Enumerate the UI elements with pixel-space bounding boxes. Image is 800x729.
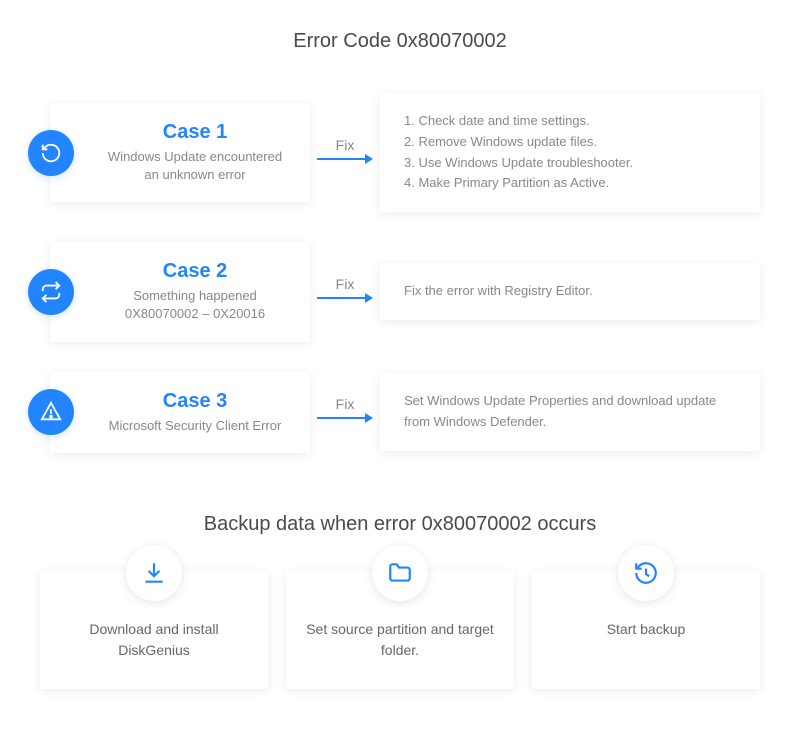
backup-subtitle: Backup data when error 0x80070002 occurs bbox=[40, 513, 760, 536]
case-row-1: Case 1 Windows Update encountered an unk… bbox=[40, 93, 760, 212]
backup-card-download: Download and install DiskGenius bbox=[40, 571, 268, 689]
backup-card-folder: Set source partition and target folder. bbox=[286, 571, 514, 689]
case-card-right: Fix the error with Registry Editor. bbox=[380, 263, 760, 320]
page-title: Error Code 0x80070002 bbox=[40, 30, 760, 53]
arrow-icon bbox=[315, 408, 375, 428]
retweet-icon bbox=[28, 269, 74, 315]
backup-label: Start backup bbox=[548, 619, 744, 640]
fix-arrow: Fix bbox=[310, 396, 380, 428]
case-card-right: 1. Check date and time settings. 2. Remo… bbox=[380, 93, 760, 212]
case-row-3: Case 3 Microsoft Security Client Error F… bbox=[40, 372, 760, 453]
folder-icon bbox=[372, 545, 428, 601]
case-desc: Windows Update encountered an unknown er… bbox=[100, 148, 290, 184]
arrow-icon bbox=[315, 149, 375, 169]
download-icon bbox=[126, 545, 182, 601]
backup-label: Download and install DiskGenius bbox=[56, 619, 252, 661]
case-title: Case 1 bbox=[100, 121, 290, 144]
backup-card-clock: Start backup bbox=[532, 571, 760, 689]
case-row-2: Case 2 Something happened 0X80070002 – 0… bbox=[40, 242, 760, 341]
clock-icon bbox=[618, 545, 674, 601]
arrow-icon bbox=[315, 288, 375, 308]
case-desc: Something happened 0X80070002 – 0X20016 bbox=[100, 287, 290, 323]
warning-icon bbox=[28, 389, 74, 435]
case-card-right: Set Windows Update Properties and downlo… bbox=[380, 373, 760, 451]
case-card-left: Case 3 Microsoft Security Client Error bbox=[50, 372, 310, 453]
fix-arrow: Fix bbox=[310, 137, 380, 169]
refresh-icon bbox=[28, 130, 74, 176]
case-title: Case 2 bbox=[100, 260, 290, 283]
case-fix-text: Set Windows Update Properties and downlo… bbox=[404, 391, 736, 433]
case-title: Case 3 bbox=[100, 390, 290, 413]
case-fix-text: Fix the error with Registry Editor. bbox=[404, 281, 736, 302]
backup-row: Download and install DiskGenius Set sour… bbox=[40, 571, 760, 689]
case-card-left: Case 2 Something happened 0X80070002 – 0… bbox=[50, 242, 310, 341]
case-desc: Microsoft Security Client Error bbox=[100, 417, 290, 435]
case-fix-text: 1. Check date and time settings. 2. Remo… bbox=[404, 111, 736, 194]
cases-container: Case 1 Windows Update encountered an unk… bbox=[40, 93, 760, 453]
backup-label: Set source partition and target folder. bbox=[302, 619, 498, 661]
fix-arrow: Fix bbox=[310, 276, 380, 308]
case-card-left: Case 1 Windows Update encountered an unk… bbox=[50, 103, 310, 202]
